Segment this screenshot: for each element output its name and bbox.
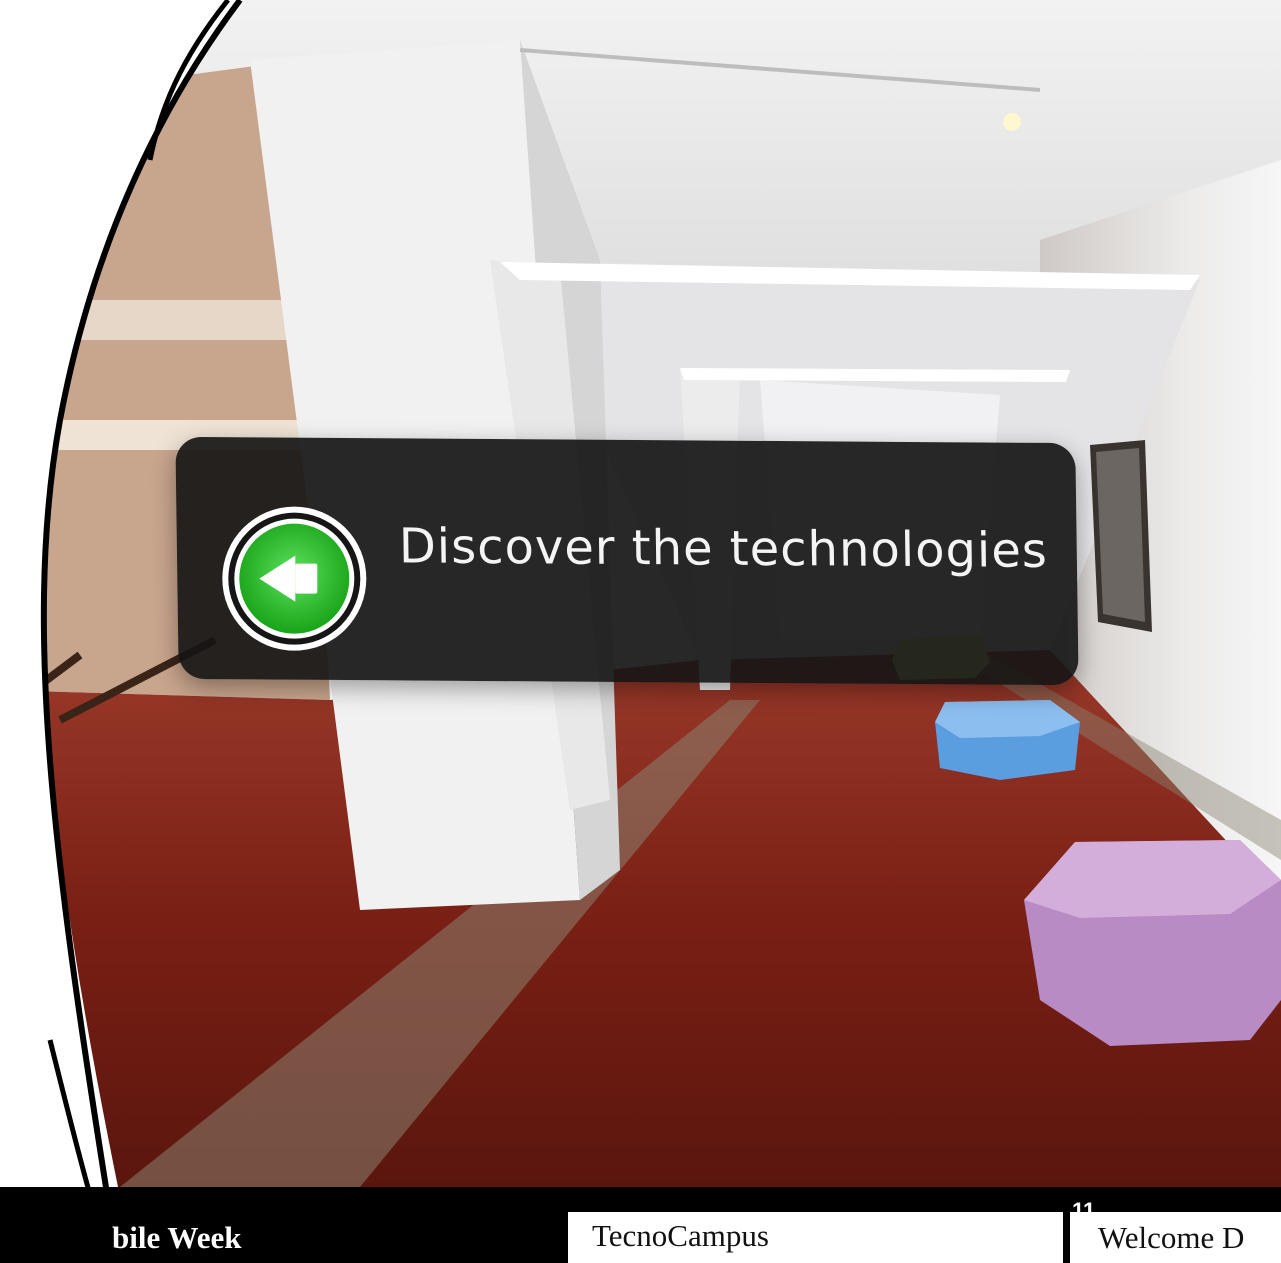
audio-speaker-icon [222,506,367,651]
discover-technologies-button[interactable]: Discover the technologies [175,436,1079,686]
footer-left-caption: bile Week [0,1212,561,1263]
footer-middle-caption: TecnoCampus [568,1212,1063,1263]
discover-technologies-label: Discover the technologies [398,518,1049,579]
footer-right-caption: Welcome D [1070,1212,1281,1263]
slide-page-number: 11 [1072,1198,1096,1223]
